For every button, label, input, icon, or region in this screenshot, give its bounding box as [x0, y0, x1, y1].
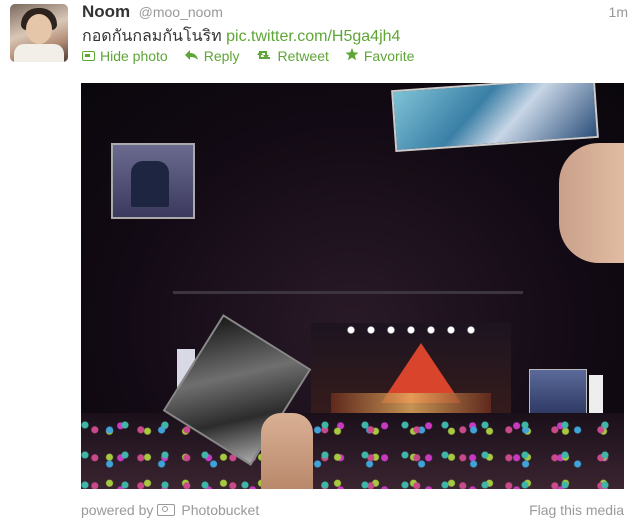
avatar[interactable]: [10, 4, 68, 62]
retweet-label: Retweet: [277, 48, 329, 64]
right-hand: [559, 143, 624, 263]
held-card-top: [391, 83, 599, 153]
left-hand: [261, 413, 313, 489]
favorite-label: Favorite: [363, 48, 415, 64]
tweet-text: กอดกันกลมกันโนริท pic.twitter.com/H5ga4j…: [82, 24, 400, 49]
hide-photo-button[interactable]: Hide photo: [82, 48, 168, 64]
avatar-shirt: [14, 44, 64, 62]
favorite-button[interactable]: Favorite: [345, 48, 415, 64]
hide-photo-label: Hide photo: [100, 48, 168, 64]
tweet-header: Noom @moo_noom: [82, 2, 223, 22]
left-video-screen: [111, 143, 195, 219]
reply-button[interactable]: Reply: [184, 48, 240, 64]
camera-icon: [157, 504, 176, 516]
right-side-bar: [589, 375, 603, 417]
right-side-screen: [529, 369, 587, 417]
stage-lights: [341, 323, 481, 337]
powered-by-label: powered by: [81, 502, 154, 518]
tweet-timestamp[interactable]: 1m: [609, 4, 628, 20]
reply-icon: [184, 48, 199, 64]
media-link[interactable]: pic.twitter.com/H5ga4jh4: [226, 28, 400, 45]
retweet-icon: [256, 48, 273, 64]
tweet-actions: Hide photo Reply Retweet Favorite: [82, 48, 430, 64]
crowd-lightsticks: [81, 413, 624, 489]
reply-label: Reply: [203, 48, 240, 64]
author-handle[interactable]: @moo_noom: [139, 4, 223, 20]
retweet-button[interactable]: Retweet: [256, 48, 329, 64]
avatar-face: [26, 14, 52, 44]
flag-media-link[interactable]: Flag this media: [529, 502, 624, 518]
provider-link[interactable]: Photobucket: [181, 502, 259, 518]
powered-by: powered by Photobucket: [81, 502, 259, 518]
star-icon: [345, 48, 359, 64]
author-name[interactable]: Noom: [82, 2, 130, 21]
tweet-body: กอดกันกลมกันโนริท: [82, 28, 222, 45]
photo-icon: [82, 51, 95, 61]
tweet-media-photo[interactable]: [81, 83, 624, 489]
